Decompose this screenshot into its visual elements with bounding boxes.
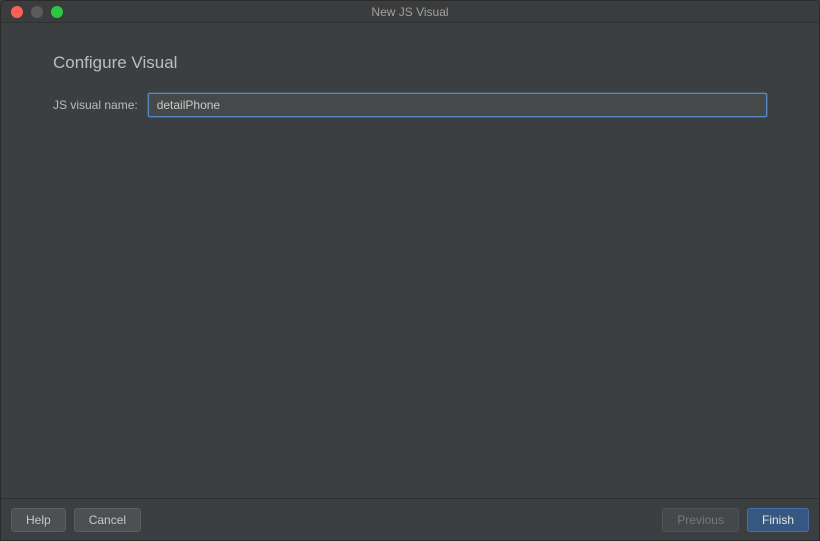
- form-row-name: JS visual name:: [53, 93, 767, 117]
- close-icon[interactable]: [11, 6, 23, 18]
- name-label: JS visual name:: [53, 98, 138, 112]
- minimize-icon: [31, 6, 43, 18]
- dialog-content: Configure Visual JS visual name:: [1, 23, 819, 498]
- previous-button: Previous: [662, 508, 739, 532]
- window-title: New JS Visual: [1, 5, 819, 19]
- titlebar: New JS Visual: [1, 1, 819, 23]
- window-controls: [11, 6, 63, 18]
- dialog-window: New JS Visual Configure Visual JS visual…: [0, 0, 820, 541]
- page-heading: Configure Visual: [53, 53, 767, 73]
- help-button[interactable]: Help: [11, 508, 66, 532]
- cancel-button[interactable]: Cancel: [74, 508, 141, 532]
- visual-name-input[interactable]: [148, 93, 767, 117]
- dialog-footer: Help Cancel Previous Finish: [1, 498, 819, 540]
- finish-button[interactable]: Finish: [747, 508, 809, 532]
- zoom-icon[interactable]: [51, 6, 63, 18]
